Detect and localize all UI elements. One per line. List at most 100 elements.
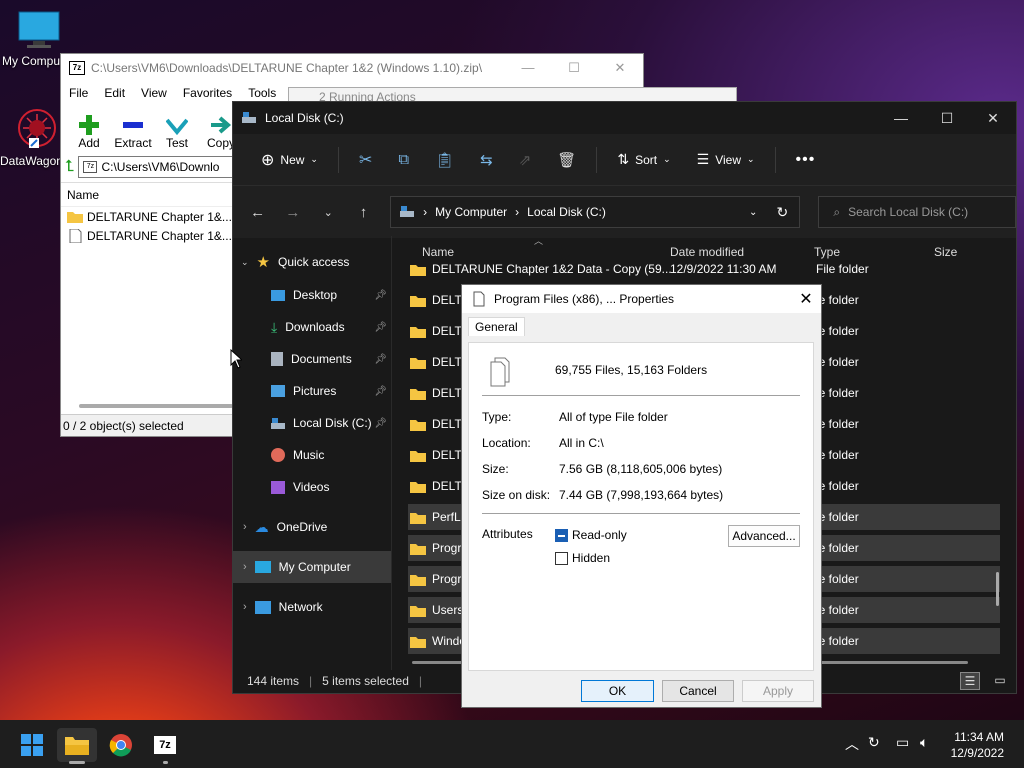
field-size: Size: 7.56 GB (8,118,605,006 bytes) <box>482 462 723 476</box>
paste-button[interactable]: 📋︎ <box>425 144 464 176</box>
close-button[interactable]: ✕ <box>597 60 643 76</box>
chevron-down-icon: ⌄ <box>310 154 318 164</box>
taskbar-7zip[interactable]: 7z <box>145 728 185 764</box>
more-button[interactable]: ••• <box>786 144 826 176</box>
pin-icon[interactable]: 📌︎ <box>374 418 387 429</box>
extract-button[interactable]: Extract <box>111 104 155 154</box>
pin-icon[interactable]: 📌︎ <box>374 354 387 365</box>
delete-button[interactable]: 🗑︎ <box>547 144 586 176</box>
readonly-checkbox[interactable]: Read-only <box>555 528 627 542</box>
sidebar-item-videos[interactable]: Videos <box>233 471 391 503</box>
sidebar-item-documents[interactable]: Documents 📌︎ <box>233 343 391 375</box>
close-button[interactable]: ✕ <box>791 289 821 309</box>
ok-button[interactable]: OK <box>581 680 654 702</box>
close-button[interactable]: ✕ <box>970 110 1016 127</box>
pin-icon[interactable]: 📌︎ <box>374 322 387 333</box>
minimize-button[interactable]: — <box>878 110 924 127</box>
list-item[interactable]: DELTARUNE Chapter 1&... <box>61 226 233 245</box>
sidebar-item-quick-access[interactable]: ⌄ ★ Quick access <box>233 245 391 279</box>
view-button[interactable]: ☰ View ⌄ <box>687 144 765 176</box>
maximize-button[interactable]: ☐ <box>924 110 970 127</box>
menu-view[interactable]: View <box>141 86 167 100</box>
pin-icon[interactable]: 📌︎ <box>374 290 387 301</box>
sidebar-item-desktop[interactable]: Desktop 📌︎ <box>233 279 391 311</box>
tab-general[interactable]: General <box>468 317 525 336</box>
zip-window-title: C:\Users\VM6\Downloads\DELTARUNE Chapter… <box>91 61 483 75</box>
explorer-titlebar[interactable]: Local Disk (C:) — ☐ ✕ <box>233 102 1016 134</box>
column-header-type[interactable]: Type <box>814 245 840 259</box>
maximize-button[interactable]: ☐ <box>551 60 597 76</box>
vertical-scrollbar[interactable] <box>996 572 999 606</box>
folder-up-icon[interactable]: ⮤ <box>65 158 74 176</box>
sidebar-item-pictures[interactable]: Pictures 📌︎ <box>233 375 391 407</box>
list-item[interactable]: DELTARUNE Chapter 1&... <box>61 207 233 226</box>
sidebar-item-network[interactable]: › Network <box>233 591 391 623</box>
status-selected-count: 5 items selected <box>322 674 409 688</box>
pin-icon[interactable]: 📌︎ <box>374 386 387 397</box>
sort-button[interactable]: ⇅ Sort ⌄ <box>607 144 680 176</box>
advanced-button[interactable]: Advanced... <box>728 525 800 547</box>
column-header-date[interactable]: Date modified <box>670 245 744 259</box>
music-icon <box>271 448 285 462</box>
sidebar-item-music[interactable]: Music <box>233 439 391 471</box>
address-bar[interactable]: › My Computer › Local Disk (C:) ⌄ ↻ <box>390 196 801 228</box>
details-view-icon[interactable]: ☰ <box>960 672 980 690</box>
menu-edit[interactable]: Edit <box>104 86 125 100</box>
taskbar-file-explorer[interactable] <box>57 728 97 764</box>
computer-icon <box>17 10 61 50</box>
cut-button[interactable]: ✂ <box>349 144 382 176</box>
sidebar-item-onedrive[interactable]: › ☁ OneDrive <box>233 511 391 543</box>
chevron-down-icon[interactable]: ⌄ <box>749 207 757 218</box>
apply-button[interactable]: Apply <box>742 680 814 702</box>
row-type: le folder <box>816 324 859 338</box>
tiles-view-icon[interactable]: ▭ <box>990 672 1010 690</box>
start-button[interactable] <box>12 728 52 762</box>
new-button[interactable]: ⊕ New ⌄ <box>251 144 328 176</box>
update-icon[interactable]: ↻ <box>868 734 880 751</box>
chevron-up-icon[interactable]: ︿ <box>845 734 859 754</box>
column-header-size[interactable]: Size <box>934 245 957 259</box>
hidden-checkbox[interactable]: Hidden <box>555 551 610 565</box>
copy-button[interactable]: ⧉ <box>388 144 419 176</box>
menu-favorites[interactable]: Favorites <box>183 86 232 100</box>
multiple-files-icon <box>490 357 510 387</box>
refresh-icon[interactable]: ↻ <box>765 204 799 221</box>
zip-file-list: Name DELTARUNE Chapter 1&... DELTARUNE C… <box>61 182 233 418</box>
minimize-button[interactable]: — <box>505 60 551 76</box>
view-icon: ☰ <box>696 151 710 167</box>
zip-path-field[interactable]: 7z C:\Users\VM6\Downlo <box>78 156 239 178</box>
properties-titlebar[interactable]: Program Files (x86), ... Properties ✕ <box>462 285 821 313</box>
network-tray-icon[interactable]: ▭ <box>896 734 909 751</box>
add-button[interactable]: Add <box>67 104 111 154</box>
sidebar-item-my-computer[interactable]: › My Computer <box>233 551 391 583</box>
breadcrumb-local-disk[interactable]: Local Disk (C:) <box>527 205 606 219</box>
up-button[interactable]: ↑ <box>349 204 378 221</box>
table-row[interactable]: DELTARUNE Chapter 1&2 Data - Copy (59...… <box>408 260 1000 278</box>
share-button[interactable]: ⇗ <box>509 144 542 176</box>
clipboard-icon: 📋︎ <box>435 151 455 169</box>
computer-icon <box>254 561 271 573</box>
sidebar-item-downloads[interactable]: ⤓ Downloads 📌︎ <box>233 311 391 343</box>
test-button[interactable]: Test <box>155 104 199 154</box>
search-input[interactable]: ⌕ Search Local Disk (C:) <box>818 196 1016 228</box>
sidebar-item-local-disk[interactable]: Local Disk (C:) 📌︎ <box>233 407 391 439</box>
rename-button[interactable]: ⇆ <box>470 144 503 176</box>
volume-icon[interactable]: 🔈︎ <box>920 734 928 751</box>
breadcrumb-my-computer[interactable]: My Computer <box>435 205 507 219</box>
cancel-button[interactable]: Cancel <box>662 680 734 702</box>
column-header-name[interactable]: Name <box>61 183 233 207</box>
forward-button[interactable]: → <box>278 204 307 221</box>
clock[interactable]: 11:34 AM 12/9/2022 <box>951 729 1004 761</box>
menu-file[interactable]: File <box>69 86 88 100</box>
zip-titlebar[interactable]: 7z C:\Users\VM6\Downloads\DELTARUNE Chap… <box>61 54 643 82</box>
menu-tools[interactable]: Tools <box>248 86 276 100</box>
recent-button[interactable]: ⌄ <box>314 206 343 219</box>
horizontal-scrollbar[interactable] <box>79 404 233 408</box>
field-location: Location: All in C:\ <box>482 436 604 450</box>
folder-icon <box>410 512 426 524</box>
drive-icon <box>400 206 415 217</box>
column-header-name[interactable]: Name <box>422 245 454 259</box>
taskbar-chrome[interactable] <box>101 728 141 762</box>
back-button[interactable]: ← <box>243 204 272 221</box>
cloud-icon: ☁ <box>254 518 269 535</box>
